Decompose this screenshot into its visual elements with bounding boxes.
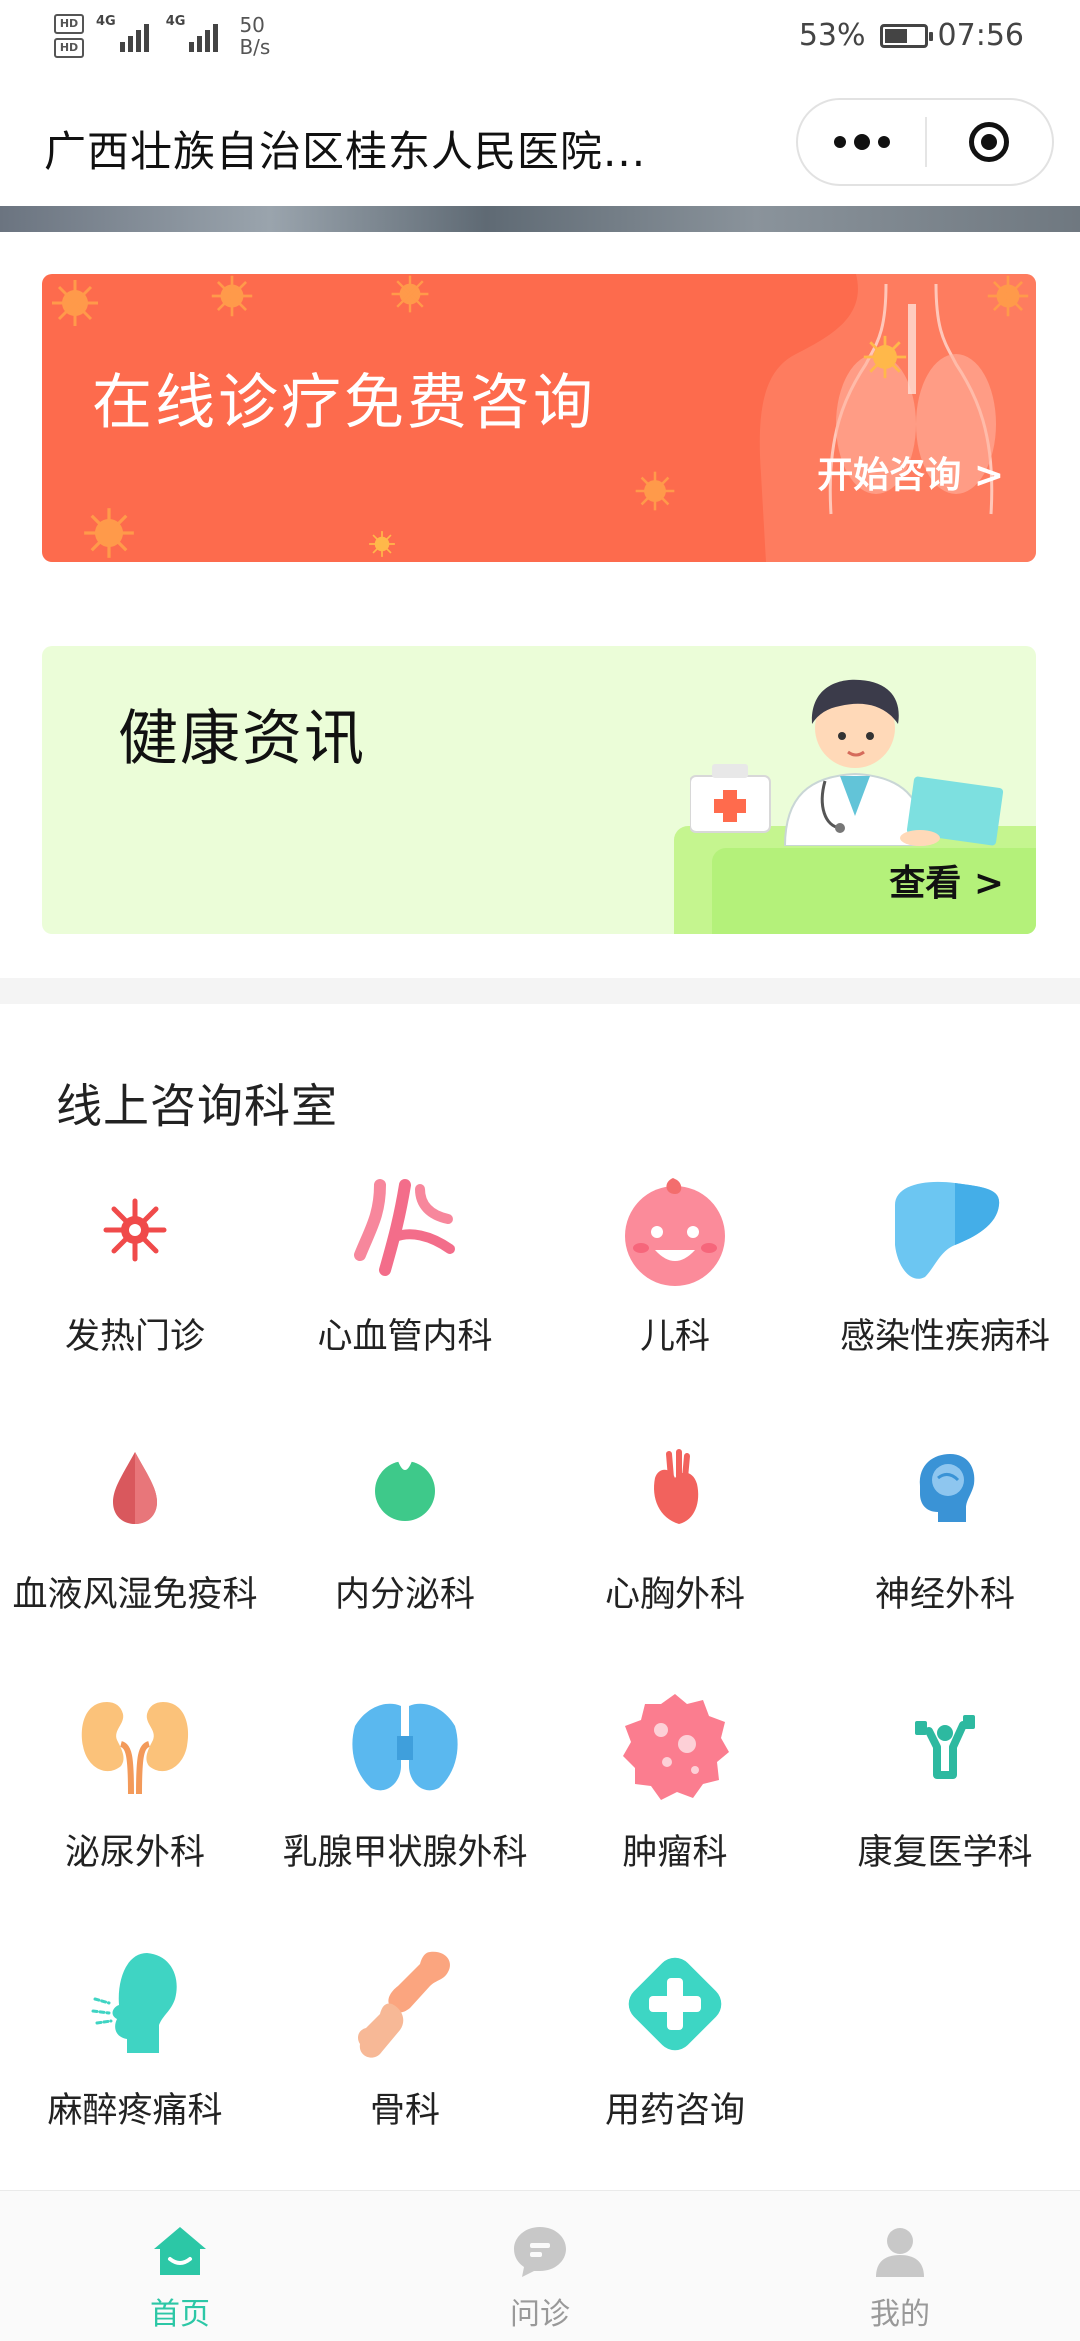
target-circle-icon[interactable] [927, 122, 1052, 162]
fever-virus-icon [103, 1198, 167, 1262]
dept-label: 心血管内科 [317, 1317, 493, 1357]
capsule-menu [796, 98, 1054, 186]
network-speed-unit: B/s [239, 35, 271, 59]
virus-decoration-icon [635, 471, 675, 511]
dept-endocrinology[interactable]: 内分泌科 [270, 1428, 540, 1668]
virus-decoration-icon [52, 280, 98, 326]
tab-home[interactable]: 首页 [0, 2191, 360, 2341]
rehab-exercise-icon [915, 1715, 975, 1779]
dept-label: 康复医学科 [857, 1833, 1033, 1873]
dept-label: 用药咨询 [604, 2091, 745, 2131]
baby-face-icon [625, 1178, 725, 1286]
dept-cardiology[interactable]: 心血管内科 [270, 1170, 540, 1410]
battery-percent: 53% [798, 18, 866, 53]
home-icon [154, 2227, 206, 2275]
consult-banner-title: 在线诊疗免费咨询 [92, 368, 596, 438]
dept-fever-clinic[interactable]: 发热门诊 [0, 1170, 270, 1410]
more-dots-icon[interactable] [798, 134, 925, 150]
dept-label: 血液风湿免疫科 [12, 1575, 258, 1615]
view-news-button[interactable]: 查看 > [889, 854, 1004, 906]
dept-label: 心胸外科 [604, 1575, 745, 1615]
doctor-illustration [690, 679, 1004, 846]
battery-icon [879, 23, 933, 48]
network-speed: 50 B/s [239, 14, 270, 58]
dept-label: 神经外科 [874, 1575, 1015, 1615]
status-bar-left: HD HD 4G 4G 50 B/s [54, 14, 270, 58]
network-speed-value: 50 [239, 13, 265, 37]
virus-decoration-icon [987, 275, 1029, 317]
section-separator [0, 978, 1080, 1004]
page-title: 广西壮族自治区桂东人民医院... [44, 127, 647, 176]
departments-title: 线上咨询科室 [56, 1079, 338, 1133]
user-icon [876, 2228, 924, 2277]
hd-indicators: HD HD [54, 14, 84, 58]
dept-pediatrics[interactable]: 儿科 [540, 1170, 810, 1410]
dept-label: 乳腺甲状腺外科 [282, 1833, 528, 1873]
endocrine-gland-icon [375, 1461, 435, 1521]
anesthesia-head-icon [91, 1953, 177, 2053]
online-consult-banner[interactable]: 在线诊疗免费咨询 开始咨询 > [42, 274, 1036, 562]
dept-label: 发热门诊 [64, 1317, 205, 1357]
dept-oncology[interactable]: 肿瘤科 [540, 1686, 810, 1926]
hospital-photo-strip [0, 206, 1080, 232]
dept-label: 麻醉疼痛科 [47, 2091, 223, 2131]
tumor-cell-icon [623, 1694, 729, 1800]
network-type-2: 4G [165, 14, 186, 29]
start-consult-button[interactable]: 开始咨询 > [817, 446, 1004, 498]
dept-label: 儿科 [639, 1317, 710, 1357]
dept-rehabilitation[interactable]: 康复医学科 [810, 1686, 1080, 1926]
brain-head-icon [919, 1454, 975, 1522]
liver-icon [895, 1181, 1000, 1279]
news-banner-title: 健康资讯 [118, 704, 366, 774]
virus-decoration-icon [391, 275, 429, 313]
dept-cardiothoracic[interactable]: 心胸外科 [540, 1428, 810, 1668]
thyroid-icon [352, 1703, 458, 1791]
status-bar-right: 53% 07:56 [799, 18, 1024, 53]
dept-label: 内分泌科 [334, 1575, 475, 1615]
dept-medication-consult[interactable]: 用药咨询 [540, 1944, 810, 2184]
dept-infectious-disease[interactable]: 感染性疾病科 [810, 1170, 1080, 1410]
chat-bubble-icon [514, 2227, 566, 2277]
dept-hematology-rheumatology[interactable]: 血液风湿免疫科 [0, 1428, 270, 1668]
blood-vessel-icon [354, 1179, 455, 1276]
heart-icon [654, 1449, 699, 1524]
tab-label: 我的 [870, 2297, 930, 2332]
medicine-plus-icon [628, 1957, 722, 2051]
kidney-icon [81, 1702, 189, 1795]
dept-breast-thyroid[interactable]: 乳腺甲状腺外科 [270, 1686, 540, 1926]
bottom-tab-bar: 首页 问诊 我的 [0, 2190, 1080, 2341]
virus-decoration-icon [84, 508, 134, 558]
dept-label: 肿瘤科 [622, 1833, 728, 1873]
dept-label: 泌尿外科 [64, 1833, 205, 1873]
dept-orthopedics[interactable]: 骨科 [270, 1944, 540, 2184]
tab-profile[interactable]: 我的 [720, 2191, 1080, 2341]
tab-consult[interactable]: 问诊 [360, 2191, 720, 2341]
clock-time: 07:56 [937, 18, 1024, 53]
dept-anesthesia-pain[interactable]: 麻醉疼痛科 [0, 1944, 270, 2184]
signal-strength-icon-1: 4G [96, 14, 152, 52]
health-news-banner[interactable]: 健康资讯 查看 > [42, 646, 1036, 934]
virus-decoration-icon [369, 531, 395, 557]
network-type-1: 4G [96, 14, 116, 29]
dept-urology[interactable]: 泌尿外科 [0, 1686, 270, 1926]
virus-decoration-icon [863, 335, 907, 379]
dept-label: 骨科 [369, 2091, 440, 2131]
dept-label: 感染性疾病科 [839, 1317, 1050, 1357]
tab-label: 问诊 [510, 2297, 570, 2332]
bone-joint-icon [358, 1951, 450, 2058]
blood-drop-icon [113, 1452, 157, 1524]
signal-strength-icon-2: 4G [166, 14, 222, 52]
mini-program-header: 广西壮族自治区桂东人民医院... [0, 78, 1080, 206]
virus-decoration-icon [211, 275, 253, 317]
status-bar: HD HD 4G 4G 50 B/s 53% 07:56 [0, 0, 1080, 78]
hd-badge-2: HD [54, 38, 84, 58]
hd-badge-1: HD [54, 14, 84, 34]
tab-label: 首页 [150, 2297, 210, 2332]
dept-neurosurgery[interactable]: 神经外科 [810, 1428, 1080, 1668]
